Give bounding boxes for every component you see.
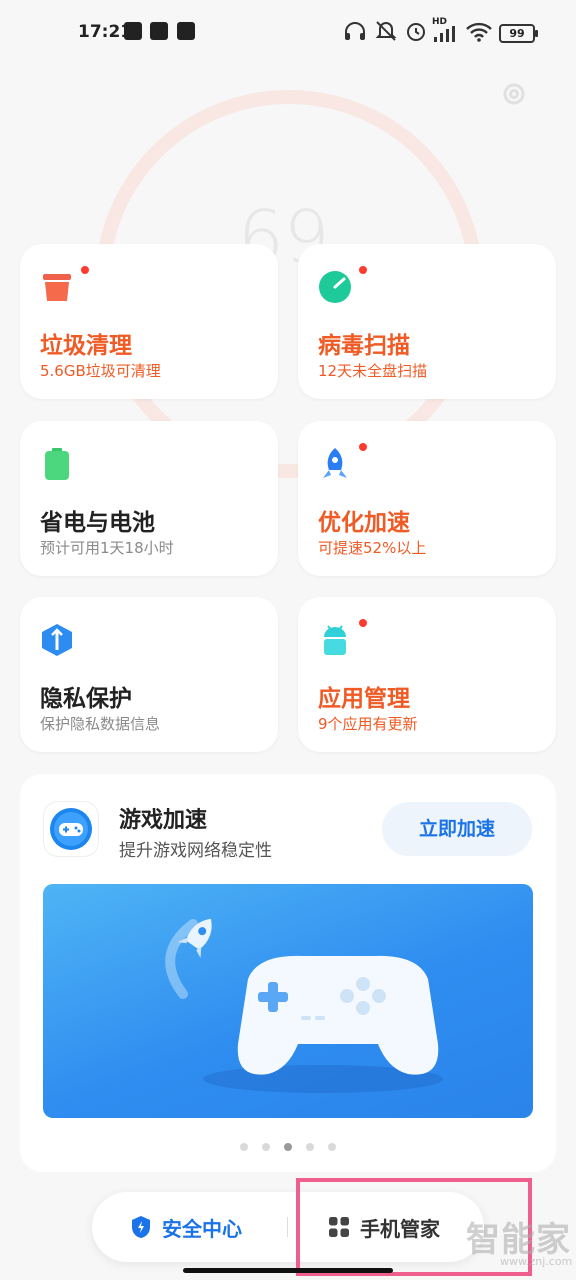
carousel-dot-active[interactable] xyxy=(284,1143,292,1151)
new-badge-dot xyxy=(81,266,89,274)
tile-junk-clean[interactable]: 垃圾清理 5.6GB垃圾可清理 xyxy=(20,244,278,399)
game-banner-image[interactable] xyxy=(43,884,533,1118)
notification-app-icon xyxy=(124,22,142,40)
accelerate-now-button[interactable]: 立即加速 xyxy=(382,802,532,856)
tile-title: 病毒扫描 xyxy=(318,333,410,359)
gamepad-icon xyxy=(50,808,92,850)
game-acceleration-card: 游戏加速 提升游戏网络稳定性 立即加速 xyxy=(20,774,556,1172)
capcut-icon xyxy=(177,22,195,40)
headphones-icon xyxy=(345,22,365,40)
tile-title: 垃圾清理 xyxy=(40,333,132,359)
tile-subtitle: 9个应用有更新 xyxy=(318,715,418,733)
tile-subtitle: 12天未全盘扫描 xyxy=(318,362,428,380)
status-bar: 17:21 HD 99 xyxy=(0,0,576,64)
home-indicator xyxy=(183,1268,393,1273)
tile-app-management[interactable]: 应用管理 9个应用有更新 xyxy=(298,597,556,752)
virus-scan-icon xyxy=(319,271,351,303)
tile-title: 隐私保护 xyxy=(40,686,132,712)
tiktok-icon xyxy=(150,22,168,40)
watermark-logo: 智能家 xyxy=(466,1220,571,1260)
trash-icon xyxy=(43,274,71,301)
tab-label: 安全中心 xyxy=(162,1216,242,1241)
tile-title: 优化加速 xyxy=(318,510,410,536)
tile-privacy-protection[interactable]: 隐私保护 保护隐私数据信息 xyxy=(20,597,278,752)
android-app-icon xyxy=(324,625,346,655)
wifi-icon xyxy=(466,22,492,42)
carousel-dot[interactable] xyxy=(262,1143,270,1151)
watermark-url: www.znj.com xyxy=(500,1255,573,1268)
signal-icon xyxy=(434,26,455,42)
tile-subtitle: 5.6GB垃圾可清理 xyxy=(40,362,161,380)
tile-optimize-speed[interactable]: 优化加速 可提速52%以上 xyxy=(298,421,556,576)
new-badge-dot xyxy=(359,443,367,451)
tab-divider xyxy=(287,1217,288,1237)
game-card-subtitle: 提升游戏网络稳定性 xyxy=(119,841,272,861)
tile-title: 省电与电池 xyxy=(40,510,155,536)
game-logo xyxy=(44,802,98,856)
tile-virus-scan[interactable]: 病毒扫描 12天未全盘扫描 xyxy=(298,244,556,399)
tile-title: 应用管理 xyxy=(318,686,410,712)
settings-gear-icon[interactable] xyxy=(500,80,528,108)
tile-battery-saver[interactable]: 省电与电池 预计可用1天18小时 xyxy=(20,421,278,576)
tab-security-center[interactable]: 安全中心 xyxy=(130,1192,242,1262)
battery-icon xyxy=(45,448,69,480)
mute-bell-icon xyxy=(375,21,397,41)
carousel-indicator xyxy=(20,1143,556,1151)
new-badge-dot xyxy=(359,619,367,627)
tile-subtitle: 保护隐私数据信息 xyxy=(40,715,161,733)
rocket-icon xyxy=(323,448,347,478)
game-card-title: 游戏加速 xyxy=(119,808,208,833)
shield-bolt-icon xyxy=(132,1216,150,1238)
tile-subtitle: 预计可用1天18小时 xyxy=(40,539,174,557)
battery-indicator: 99 xyxy=(499,24,538,43)
privacy-shield-icon xyxy=(42,624,72,656)
controller-rocket-illustration xyxy=(165,918,443,1093)
carousel-dot[interactable] xyxy=(328,1143,336,1151)
new-badge-dot xyxy=(359,266,367,274)
carousel-dot[interactable] xyxy=(240,1143,248,1151)
tile-subtitle: 可提速52%以上 xyxy=(318,539,427,557)
carousel-dot[interactable] xyxy=(306,1143,314,1151)
alarm-icon xyxy=(407,23,425,41)
